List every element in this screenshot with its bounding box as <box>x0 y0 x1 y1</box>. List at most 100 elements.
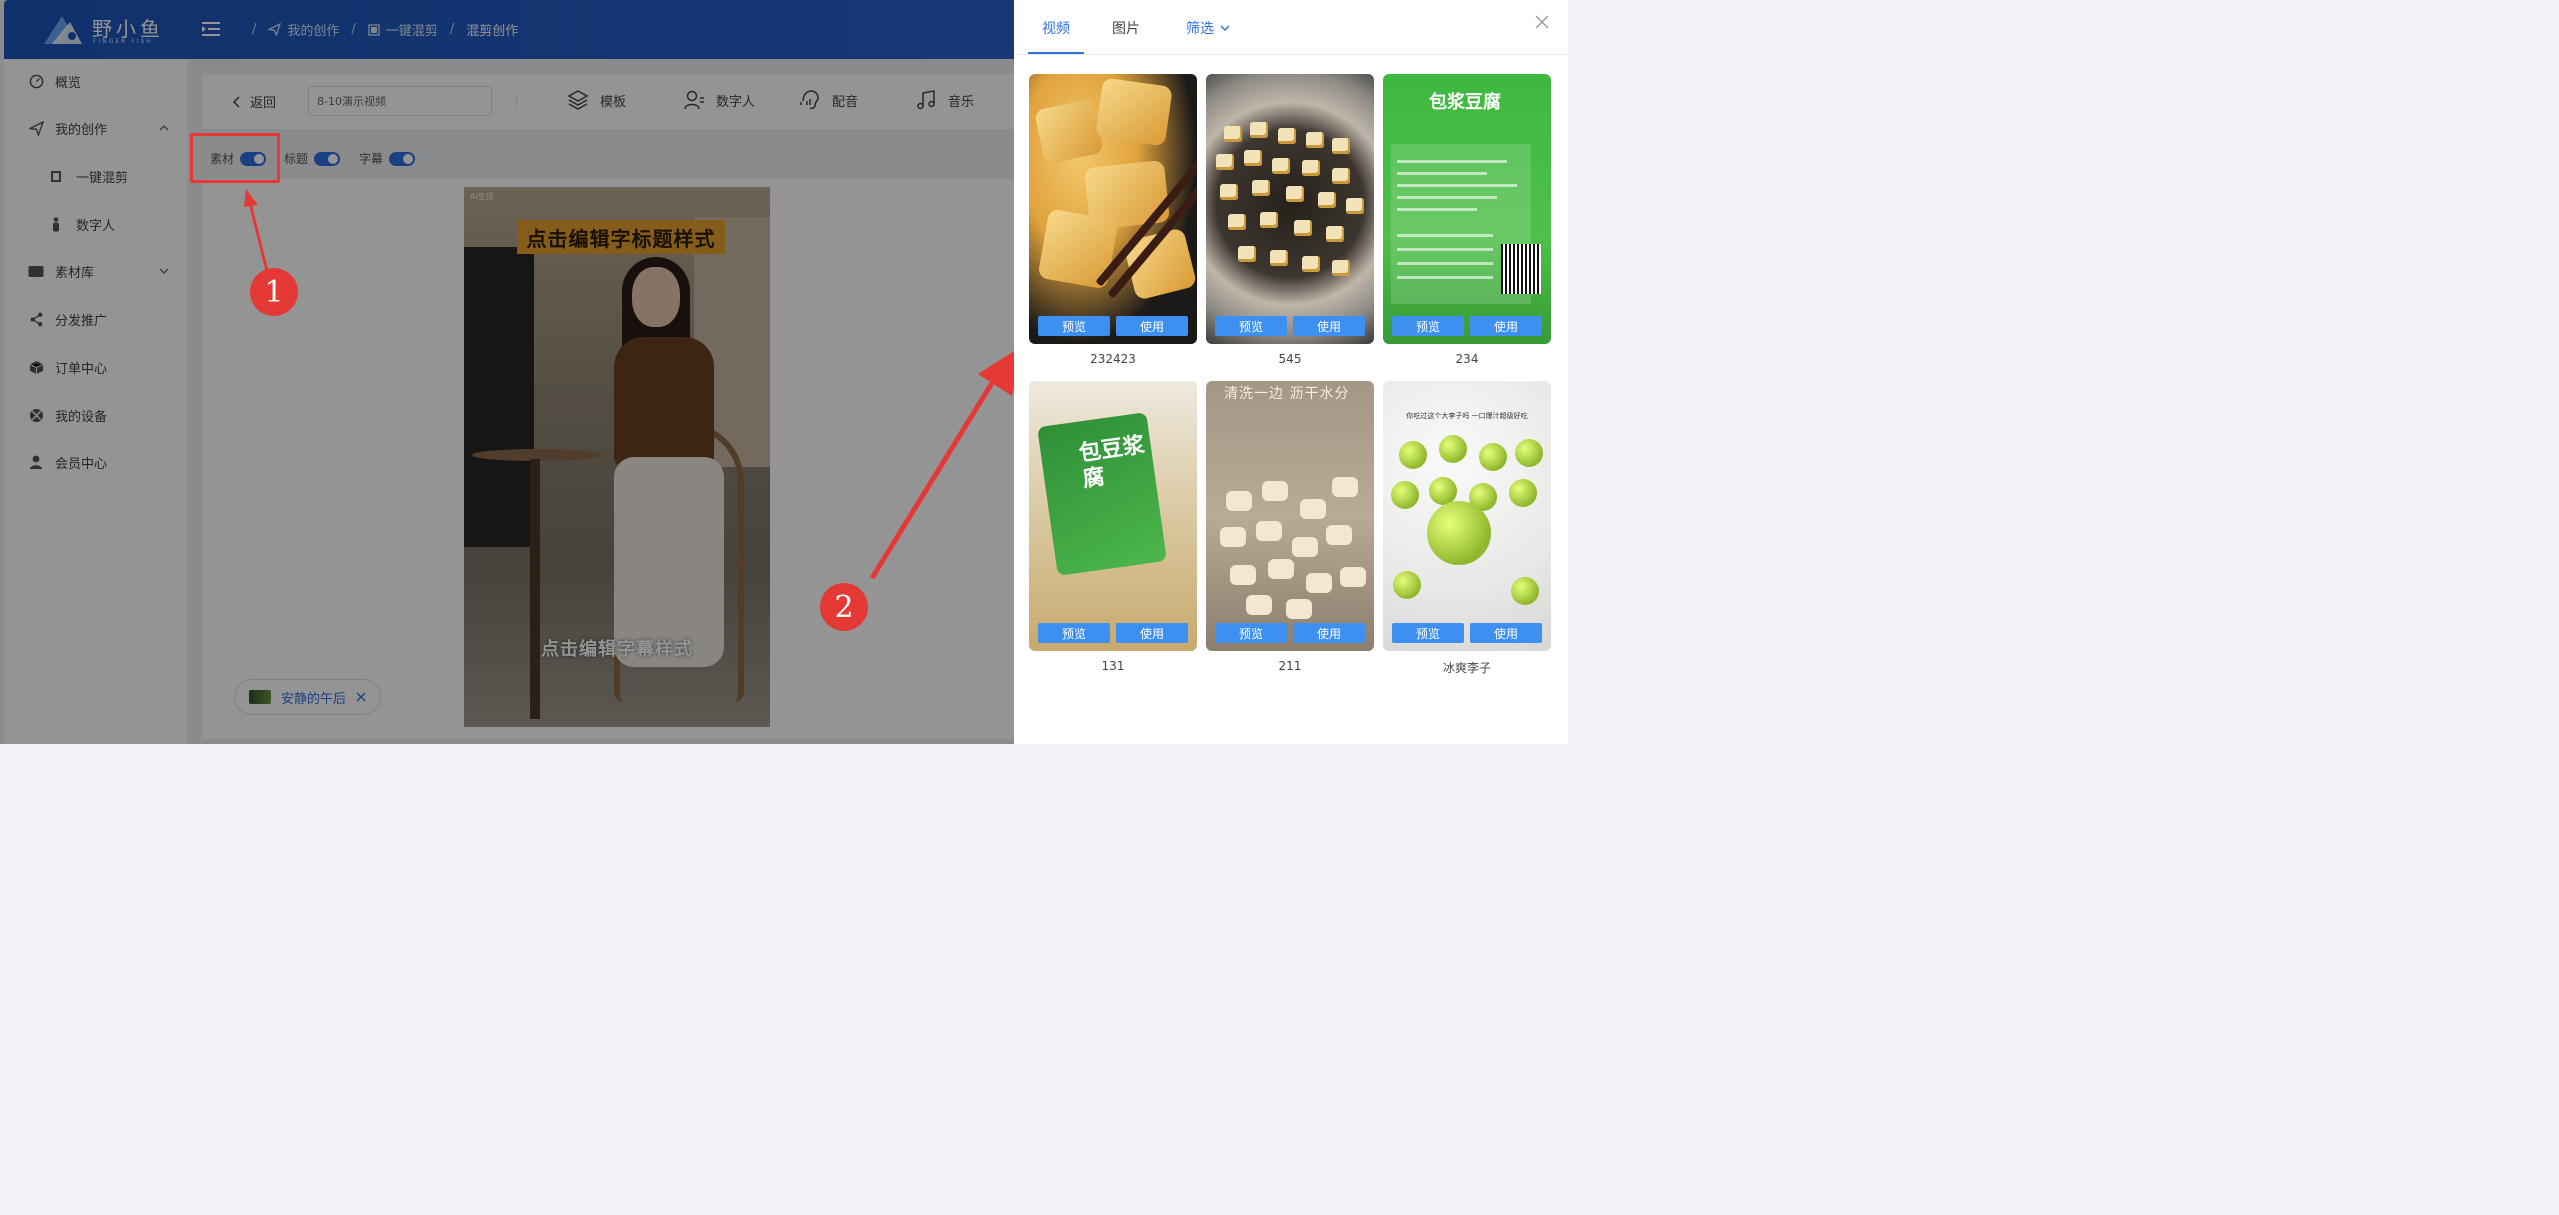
sidebar-item-label: 数字人 <box>76 218 116 234</box>
back-button[interactable]: 返回 <box>232 92 276 111</box>
send-icon <box>268 23 282 36</box>
chevron-down-icon <box>159 268 169 274</box>
tab-video[interactable]: 视频 <box>1042 18 1070 38</box>
preview-button[interactable]: 预览 <box>1392 316 1464 336</box>
preview-person-shirt <box>614 337 714 467</box>
material-name: 冰爽李子 <box>1442 661 1491 675</box>
material-name: 234 <box>1455 352 1479 366</box>
toggle-switch[interactable] <box>314 151 341 166</box>
material-name: 545 <box>1278 352 1302 366</box>
preview-watermark: AI生成 <box>470 192 494 201</box>
material-card[interactable]: 你吃过这个大李子吗 一口爆汁超级好吃 预览 使用 冰爽李子 <box>1383 381 1551 676</box>
preview-button[interactable]: 预览 <box>1038 316 1110 336</box>
tab-label: 图片 <box>1112 21 1140 37</box>
material-thumbnail[interactable]: 清洗一边 沥干水分 预览 使用 <box>1206 381 1374 651</box>
use-button[interactable]: 使用 <box>1470 316 1542 336</box>
sidebar-item-label: 一键混剪 <box>76 170 129 186</box>
card-actions: 预览 使用 <box>1029 623 1197 643</box>
person-icon <box>48 216 64 232</box>
layers-icon <box>567 90 589 110</box>
material-thumbnail[interactable]: 预览 使用 <box>1206 74 1374 344</box>
logo[interactable]: 野小鱼 FINGER FISH <box>42 12 172 48</box>
voice-icon <box>800 90 819 110</box>
music-chip[interactable]: 安静的午后 <box>234 679 382 715</box>
toggle-label: 字幕 <box>359 152 384 166</box>
video-title-input[interactable] <box>308 86 492 116</box>
menu-collapse-icon[interactable] <box>202 21 220 37</box>
tab-label: 视频 <box>1042 21 1070 37</box>
share-icon <box>28 311 44 327</box>
breadcrumb-item[interactable]: 我的创作 <box>287 20 339 39</box>
use-button[interactable]: 使用 <box>1293 623 1365 643</box>
preview-button[interactable]: 预览 <box>1392 623 1464 643</box>
material-card[interactable]: 清洗一边 沥干水分 预览 使用 211 <box>1206 381 1374 673</box>
annotation-badge-1: 1 <box>250 268 298 316</box>
toggle-title[interactable]: 标题 <box>284 150 341 167</box>
digital-human-button[interactable]: 数字人 <box>682 88 755 112</box>
preview-subtitle-overlay[interactable]: 点击编辑字幕样式 <box>464 635 770 661</box>
sidebar-item-material-library[interactable]: 素材库 <box>4 251 187 291</box>
package-text: 包豆浆腐 <box>1077 432 1147 493</box>
video-preview[interactable]: AI生成 点击编辑字标题样式 点击编辑字幕样式 <box>464 187 770 727</box>
use-button[interactable]: 使用 <box>1116 623 1188 643</box>
folder-icon <box>28 263 44 279</box>
filter-dropdown[interactable]: 筛选 <box>1186 18 1230 38</box>
close-icon[interactable] <box>356 692 366 702</box>
sidebar-item-orders[interactable]: 订单中心 <box>4 347 187 387</box>
send-icon <box>28 120 44 136</box>
sidebar-item-my-creation[interactable]: 我的创作 <box>4 108 187 148</box>
filter-label: 筛选 <box>1186 21 1214 37</box>
app-root: 野小鱼 FINGER FISH / 我的创作 / 一键混剪 / 混剪创作 概览 <box>0 0 1568 744</box>
sidebar-item-label: 概览 <box>55 75 82 91</box>
sidebar-item-membership[interactable]: 会员中心 <box>4 442 187 482</box>
card-actions: 预览 使用 <box>1206 623 1374 643</box>
sidebar-item-my-devices[interactable]: 我的设备 <box>4 395 187 435</box>
material-thumbnail[interactable]: 预览 使用 <box>1029 74 1197 344</box>
material-name: 232423 <box>1090 352 1136 366</box>
preview-person-face <box>632 267 680 327</box>
card-actions: 预览 使用 <box>1206 316 1374 336</box>
material-card[interactable]: 包豆浆腐 预览 使用 131 <box>1029 381 1197 673</box>
preview-table-leg <box>530 459 540 719</box>
back-label: 返回 <box>250 96 277 111</box>
template-button[interactable]: 模板 <box>566 88 626 112</box>
preview-button[interactable]: 预览 <box>1215 316 1287 336</box>
sidebar-item-overview[interactable]: 概览 <box>4 61 187 101</box>
material-thumbnail[interactable]: 包豆浆腐 预览 使用 <box>1029 381 1197 651</box>
card-actions: 预览 使用 <box>1383 316 1551 336</box>
use-button[interactable]: 使用 <box>1293 316 1365 336</box>
music-icon <box>917 90 935 110</box>
material-card[interactable]: 预览 使用 232423 <box>1029 74 1197 366</box>
chevron-up-icon <box>159 125 169 131</box>
breadcrumb-item[interactable]: 一键混剪 <box>386 20 438 39</box>
card-actions: 预览 使用 <box>1029 316 1197 336</box>
close-icon[interactable] <box>1534 14 1550 30</box>
voiceover-label: 配音 <box>832 94 859 110</box>
material-thumbnail[interactable]: 包浆豆腐 预览 使用 <box>1383 74 1551 344</box>
breadcrumb-current: 混剪创作 <box>466 24 519 39</box>
tab-image[interactable]: 图片 <box>1112 18 1140 38</box>
toggle-subtitle[interactable]: 字幕 <box>359 150 416 167</box>
preview-button[interactable]: 预览 <box>1215 623 1287 643</box>
active-tab-indicator <box>1028 52 1084 54</box>
sidebar-item-label: 我的设备 <box>55 409 108 425</box>
preview-title-overlay[interactable]: 点击编辑字标题样式 <box>517 220 725 254</box>
sidebar-item-distribution[interactable]: 分发推广 <box>4 299 187 339</box>
toggle-switch[interactable] <box>389 151 416 166</box>
film-icon <box>48 168 64 184</box>
use-button[interactable]: 使用 <box>1116 316 1188 336</box>
material-name: 131 <box>1101 659 1125 673</box>
music-button[interactable]: 音乐 <box>914 88 974 112</box>
material-card[interactable]: 包浆豆腐 预览 使用 234 <box>1383 74 1551 366</box>
material-thumbnail[interactable]: 你吃过这个大李子吗 一口爆汁超级好吃 预览 使用 <box>1383 381 1551 651</box>
use-button[interactable]: 使用 <box>1470 623 1542 643</box>
sidebar-item-digital-human[interactable]: 数字人 <box>4 204 187 244</box>
material-drawer: 视频 图片 筛选 预览 使用 232423 预览 使用 545 包浆豆腐 预览 … <box>1014 0 1568 744</box>
annotation-arrow-2 <box>869 346 1022 580</box>
avatar-icon <box>684 90 704 110</box>
voiceover-button[interactable]: 配音 <box>798 88 858 112</box>
preview-button[interactable]: 预览 <box>1038 623 1110 643</box>
sidebar-item-one-click-mix[interactable]: 一键混剪 <box>4 156 187 196</box>
dashboard-icon <box>28 73 44 89</box>
material-card[interactable]: 预览 使用 545 <box>1206 74 1374 366</box>
